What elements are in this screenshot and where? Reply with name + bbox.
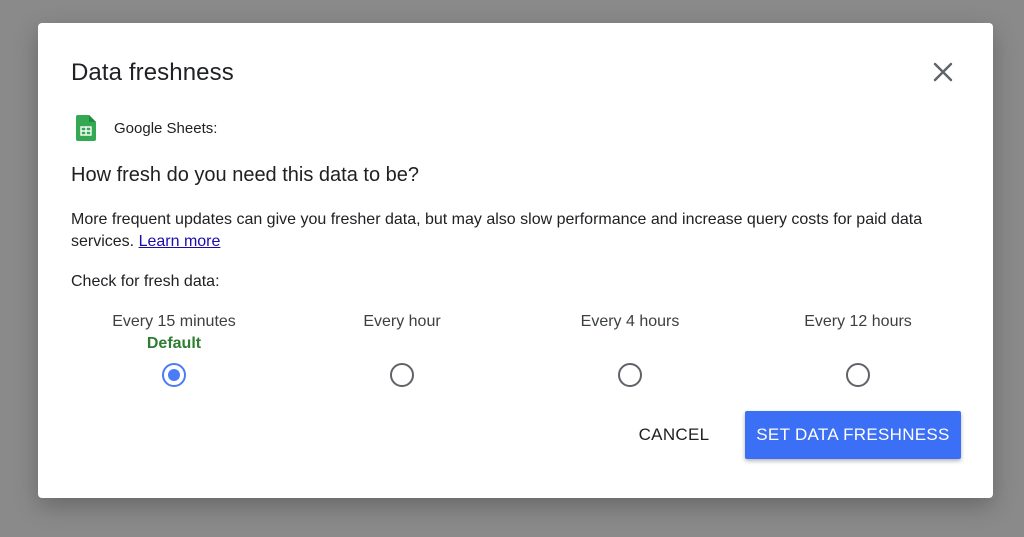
freshness-question: How fresh do you need this data to be? <box>71 164 420 186</box>
radio-every-4-hours[interactable] <box>618 363 642 387</box>
set-data-freshness-button[interactable]: SET DATA FRESHNESS <box>745 411 961 459</box>
close-icon[interactable] <box>931 60 955 84</box>
radio-every-15-minutes[interactable] <box>162 363 186 387</box>
radio-every-12-hours[interactable] <box>846 363 870 387</box>
radio-every-hour[interactable] <box>390 363 414 387</box>
default-badge: Default <box>146 335 202 352</box>
option-every-12-hours: Every 12 hours <box>758 312 958 334</box>
data-source-label: Google Sheets: <box>114 119 218 137</box>
check-fresh-data-label: Check for fresh data: <box>71 273 220 290</box>
learn-more-link[interactable]: Learn more <box>139 233 221 250</box>
option-label: Every 4 hours <box>580 313 680 330</box>
freshness-description: More frequent updates can give you fresh… <box>71 209 951 253</box>
dialog-title: Data freshness <box>71 59 234 86</box>
cancel-button[interactable]: CANCEL <box>626 411 722 459</box>
option-every-4-hours: Every 4 hours <box>530 312 730 334</box>
option-every-hour: Every hour <box>302 312 502 334</box>
data-freshness-dialog: Data freshness Google Sheets: How fresh … <box>38 23 993 498</box>
option-label: Every 15 minutes <box>112 313 236 330</box>
google-sheets-icon <box>76 115 96 141</box>
option-every-15-minutes: Every 15 minutes Default <box>74 312 274 356</box>
option-label: Every hour <box>363 313 441 330</box>
option-label: Every 12 hours <box>804 313 912 330</box>
data-source-row: Google Sheets: <box>76 115 217 141</box>
